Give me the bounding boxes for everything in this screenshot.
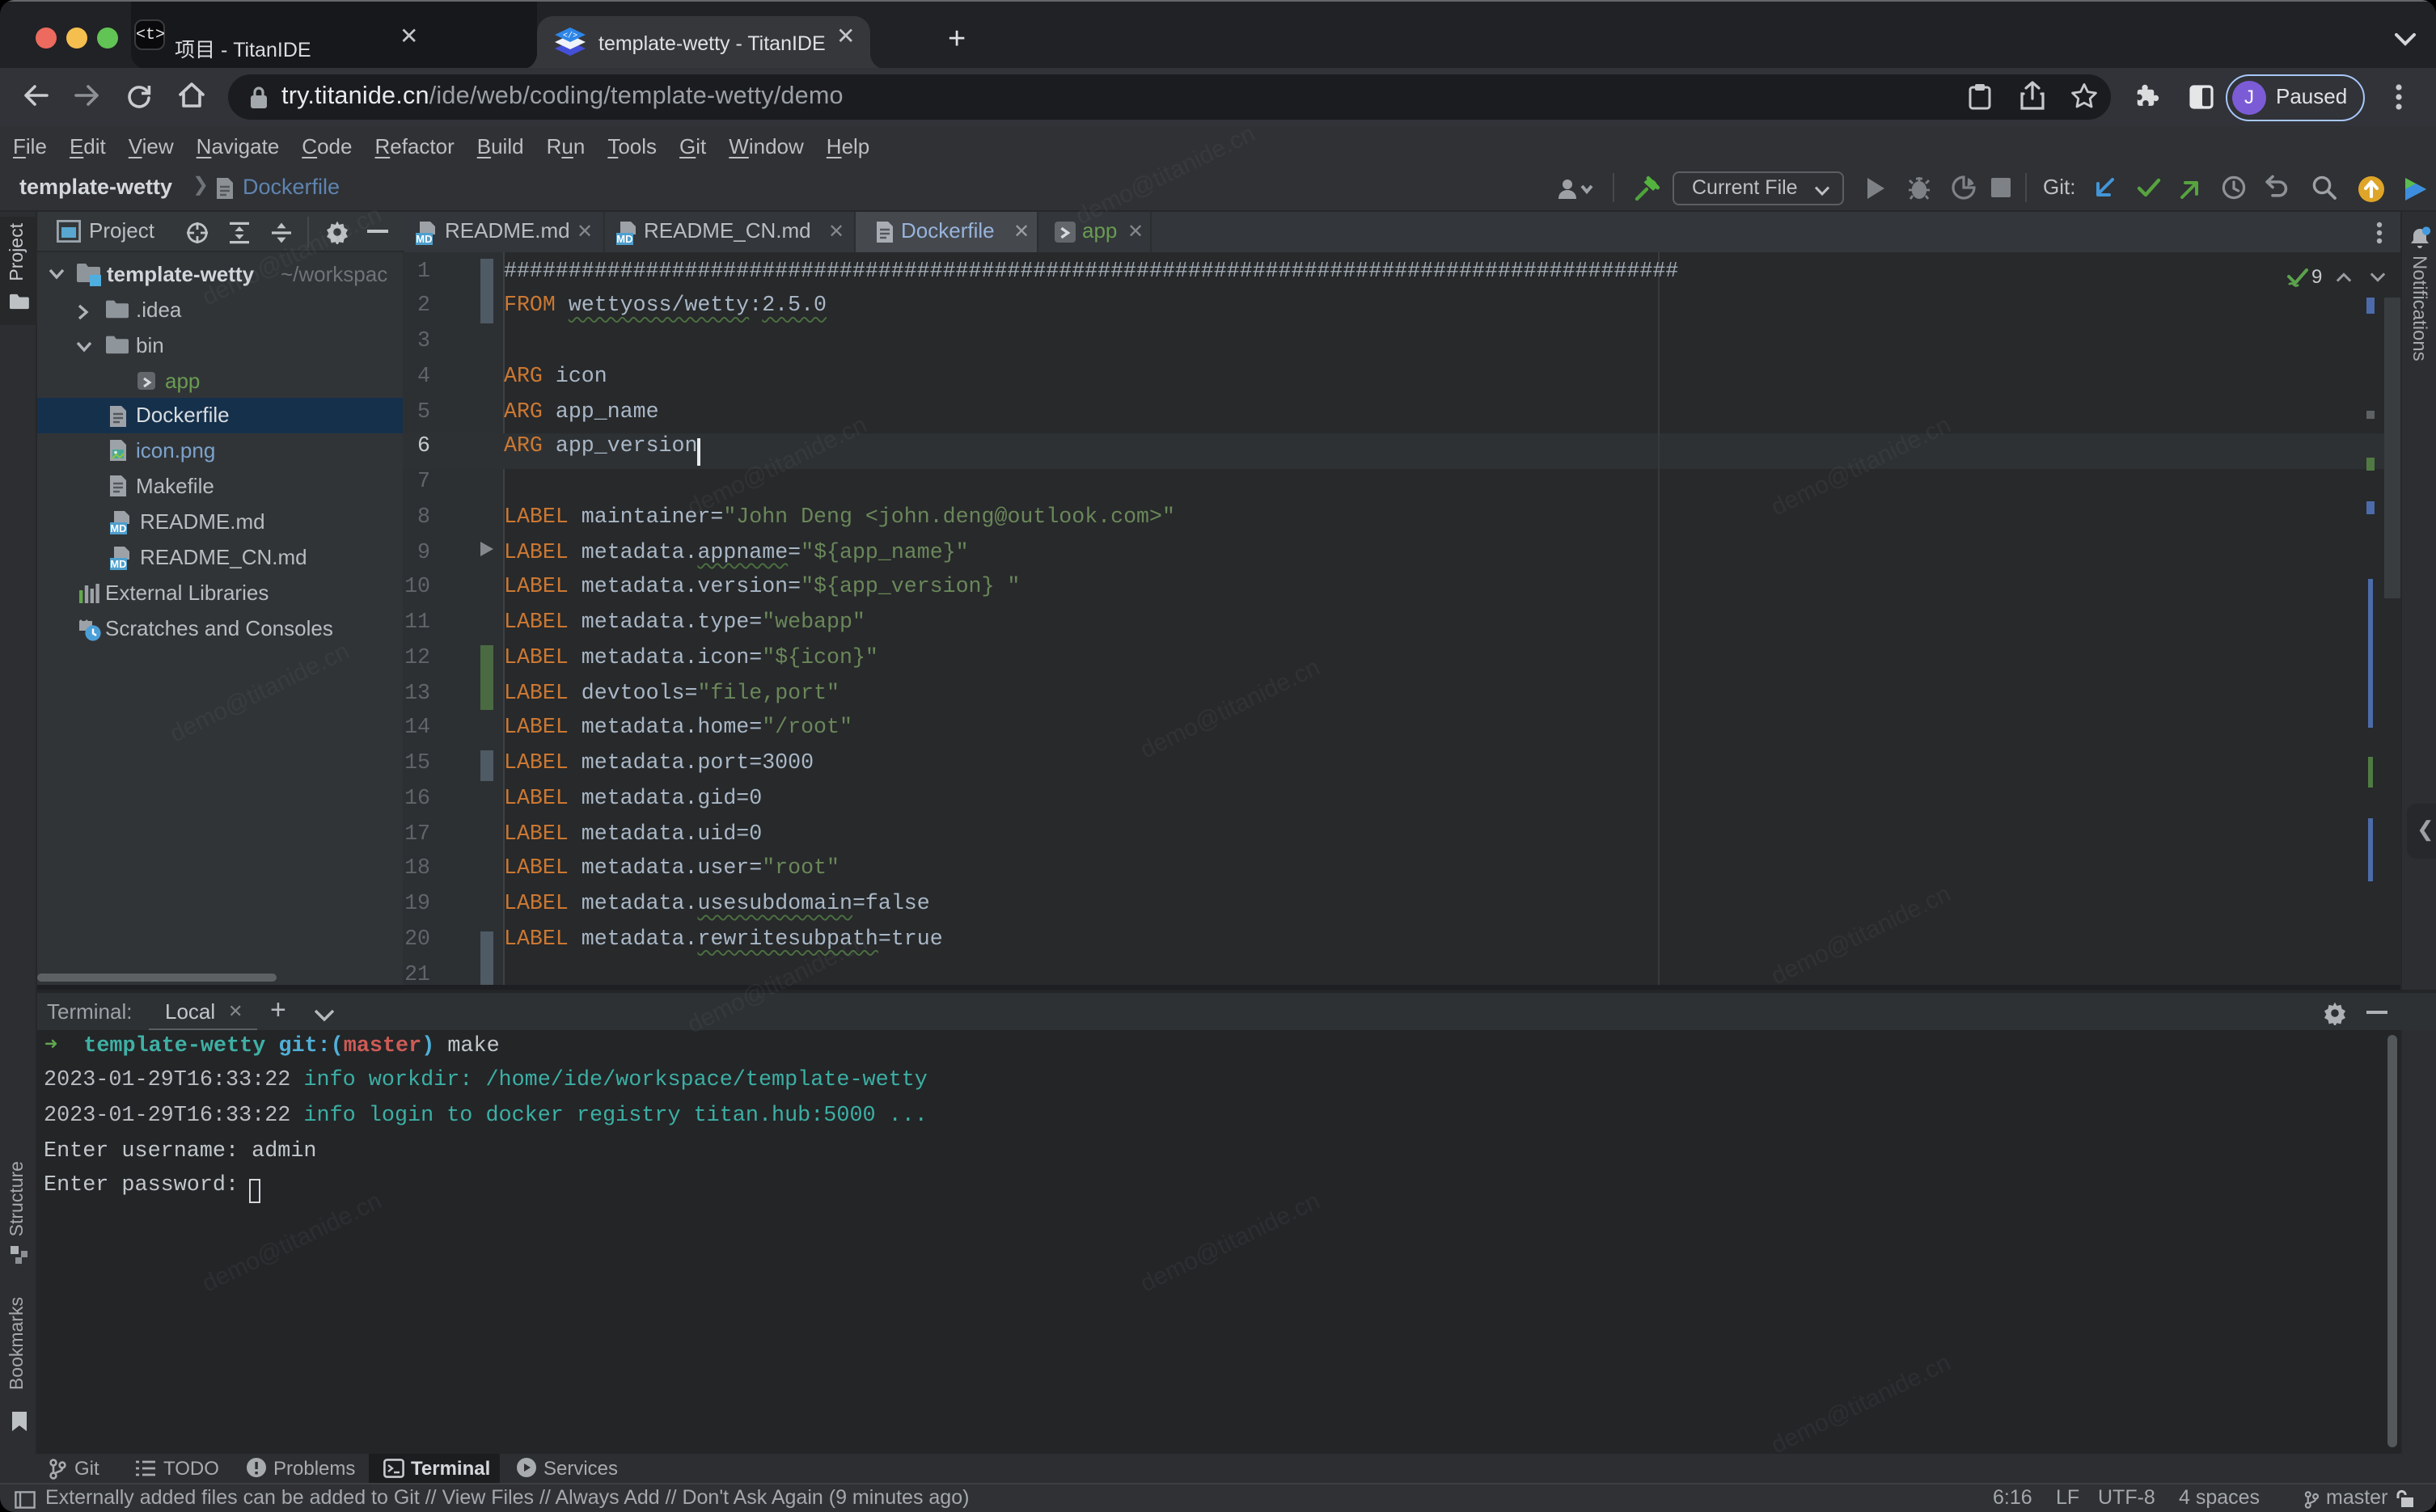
- svg-text:MD: MD: [616, 232, 632, 244]
- svg-text:MD: MD: [110, 557, 126, 569]
- svg-text:</>: </>: [563, 31, 577, 40]
- svg-text:MD: MD: [110, 522, 126, 534]
- svg-text:MD: MD: [415, 232, 431, 244]
